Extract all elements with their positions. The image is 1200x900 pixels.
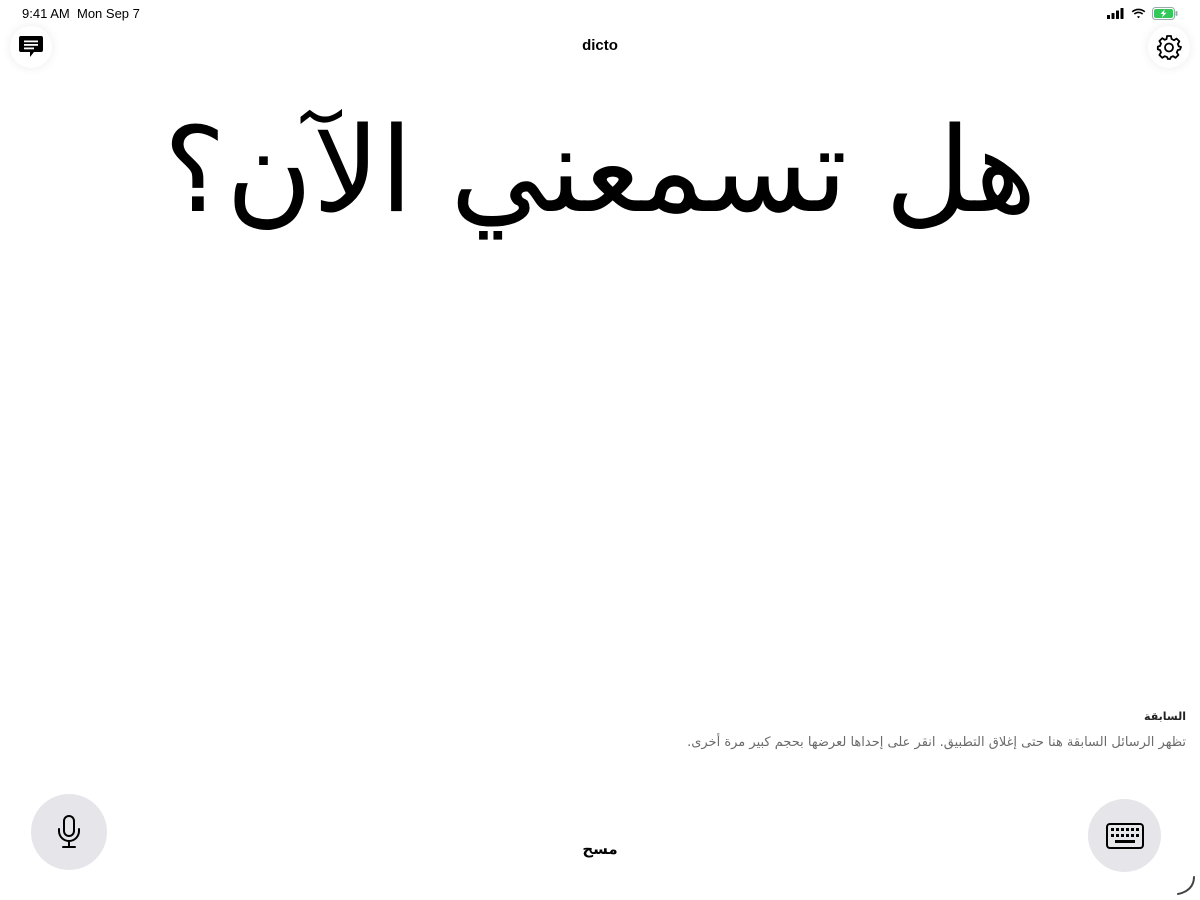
wifi-icon [1131,8,1146,19]
cellular-signal-icon [1107,8,1124,19]
status-time: 9:41 AM [22,6,70,21]
keyboard-icon [1105,822,1144,849]
resize-handle-icon[interactable] [1174,874,1196,896]
battery-charging-icon [1152,7,1178,20]
clear-button[interactable]: مسح [550,840,650,858]
app-title: dicto [582,37,618,54]
status-icons [1107,7,1178,20]
keyboard-button[interactable] [1088,799,1161,872]
app-screen: 9:41 AM Mon Sep 7 dicto هل تسمعني الآن؟ … [0,0,1200,900]
spoken-text-display[interactable]: هل تسمعني الآن؟ [60,95,1140,245]
microphone-icon [58,815,80,848]
previous-messages-section: السابقة تظهر الرسائل السابقة هنا حتى إغل… [486,710,1186,750]
status-bar: 9:41 AM Mon Sep 7 [0,0,1200,28]
gear-icon [1156,35,1182,60]
previous-description: تظهر الرسائل السابقة هنا حتى إغلاق التطب… [687,735,1186,750]
settings-button[interactable] [1148,26,1190,68]
microphone-button[interactable] [31,794,107,870]
previous-heading: السابقة [1144,710,1186,723]
status-date: Mon Sep 7 [77,6,140,21]
